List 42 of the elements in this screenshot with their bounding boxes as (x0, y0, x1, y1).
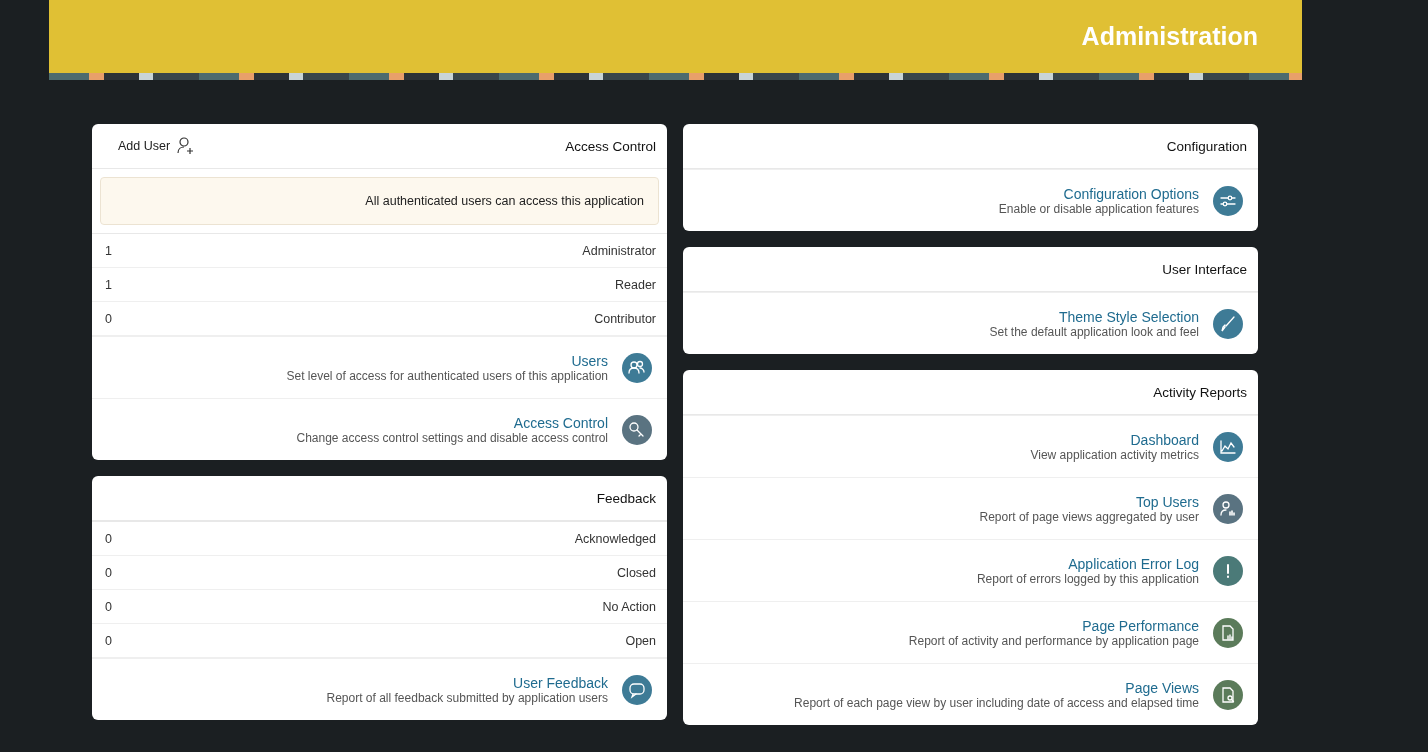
link-title[interactable]: Top Users (1135, 493, 1199, 510)
count-label: Administrator (582, 243, 656, 258)
link-title[interactable]: Page Performance (1082, 617, 1199, 634)
panel-title: Activity Reports (1153, 384, 1247, 400)
link-title[interactable]: Application Error Log (1068, 555, 1199, 572)
link-title[interactable]: User Feedback (513, 674, 608, 691)
link-title[interactable]: Configuration Options (1063, 185, 1199, 202)
notice-text: All authenticated users can access this application (365, 194, 644, 208)
link-title[interactable]: Users (571, 352, 608, 369)
link-description: Report of each page view by user including date of access and elapsed time (794, 695, 1199, 710)
panel-title: Access Control (565, 138, 656, 154)
link-title[interactable]: Access Control (513, 414, 608, 431)
link-description: Report of all feedback submitted by application users (326, 690, 608, 705)
link-description: Report of page views aggregated by user (979, 509, 1199, 524)
count-value: 1 (105, 277, 112, 292)
count-label: Closed (617, 565, 656, 580)
link-description: Report of activity and performance by application page (908, 633, 1199, 648)
count-value: 0 (105, 599, 112, 614)
link-title[interactable]: Page Views (1125, 679, 1199, 696)
panel-title: User Interface (1162, 261, 1247, 277)
count-value: 1 (105, 243, 112, 258)
page-title: Administration (1081, 22, 1258, 51)
add-user-button[interactable]: Add User (118, 136, 197, 156)
count-value: 0 (105, 565, 112, 580)
panel-title: Feedback (596, 490, 656, 506)
count-value: 0 (105, 633, 112, 648)
count-value: 0 (105, 311, 112, 326)
count-label: Open (625, 633, 656, 648)
count-label: Acknowledged (574, 531, 656, 546)
link-description: View application activity metrics (1030, 447, 1199, 462)
link-description: Enable or disable application features (998, 201, 1199, 216)
link-title[interactable]: Dashboard (1130, 431, 1199, 448)
count-label: No Action (602, 599, 656, 614)
count-value: 0 (105, 531, 112, 546)
link-description: Set the default application look and feel (989, 324, 1199, 339)
count-label: Contributor (594, 311, 656, 326)
count-label: Reader (615, 277, 656, 292)
link-description: Report of errors logged by this application (976, 571, 1199, 586)
panel-title: Configuration (1166, 138, 1247, 154)
link-description: Set level of access for authenticated users of this application (286, 368, 608, 383)
link-description: Change access control settings and disable access control (296, 430, 608, 445)
link-title[interactable]: Theme Style Selection (1058, 308, 1199, 325)
